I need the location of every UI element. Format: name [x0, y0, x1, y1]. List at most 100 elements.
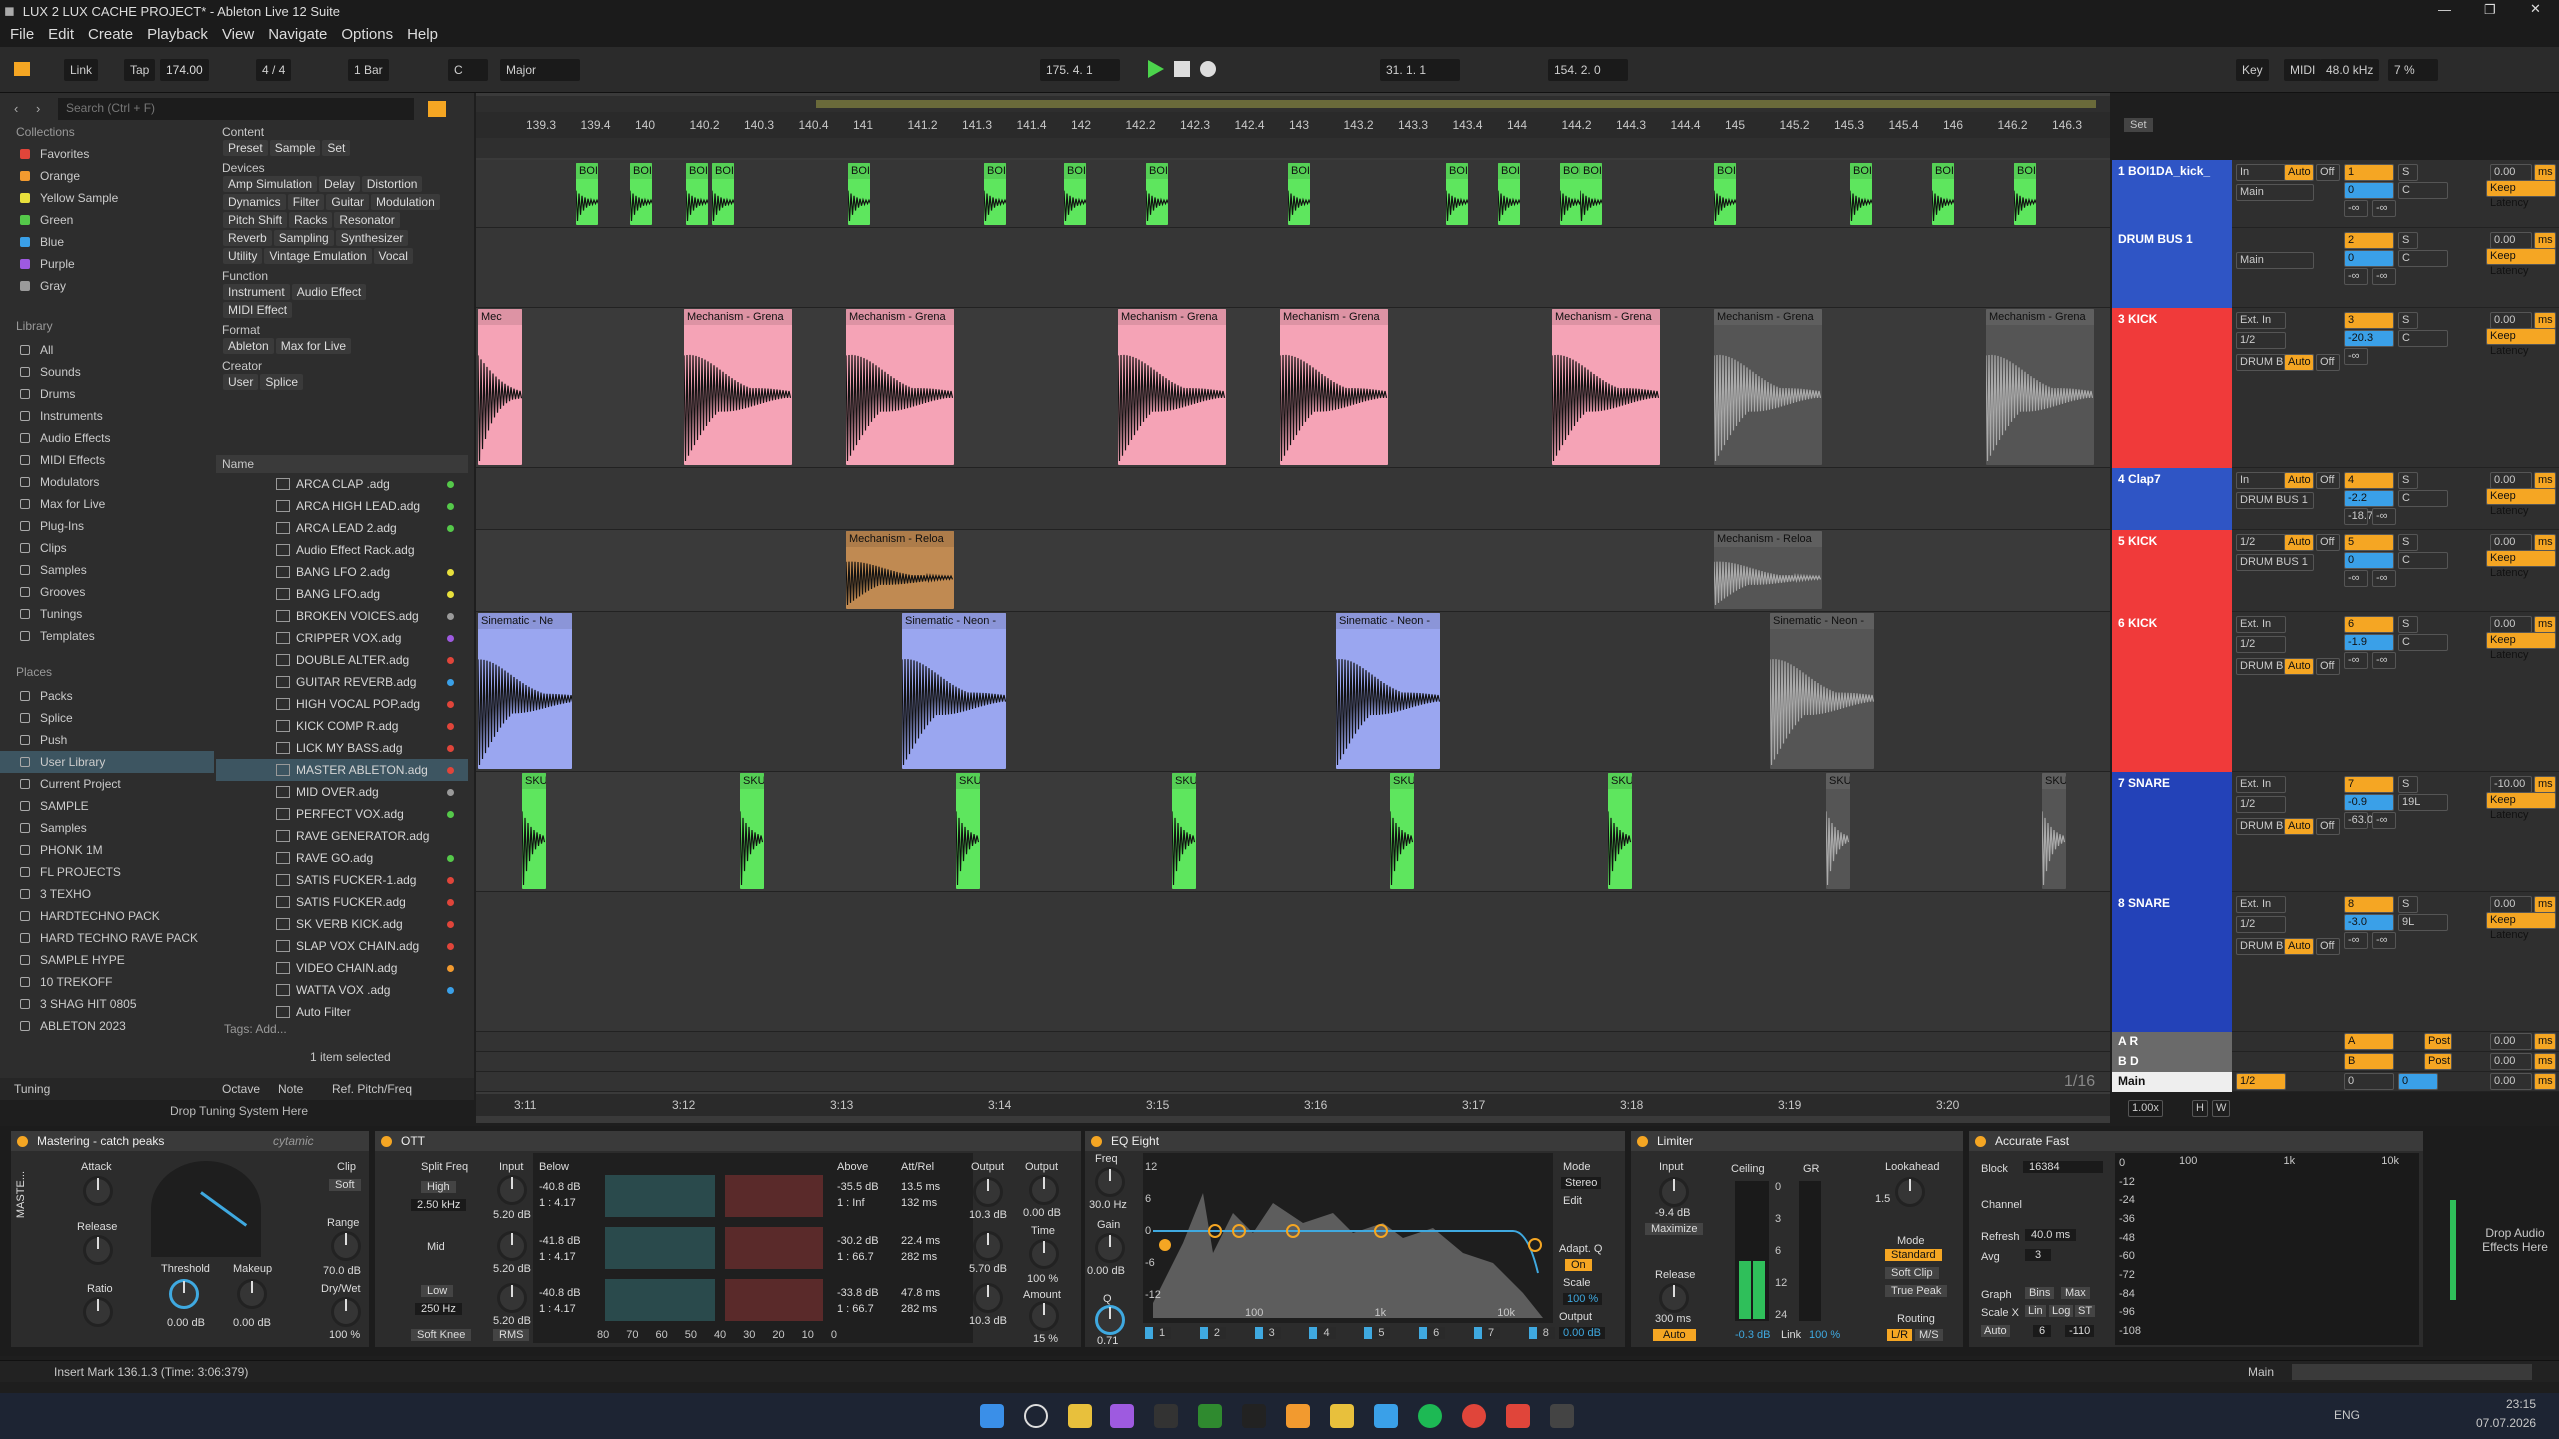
- maximize-button[interactable]: Maximize: [1645, 1223, 1704, 1235]
- attack-mid-value[interactable]: 22.4 ms: [901, 1235, 940, 1247]
- send-b-field[interactable]: -∞: [2372, 812, 2396, 829]
- keep-latency-toggle[interactable]: Keep Latency: [2486, 792, 2556, 821]
- beat-ruler[interactable]: 139.3 139.4 140 140.2 140.3 140.4 141 141.2 141.…: [476, 112, 2110, 138]
- q-value[interactable]: 0.71: [1097, 1335, 1118, 1347]
- app-icon-green[interactable]: [1198, 1404, 1222, 1428]
- ratio-knob[interactable]: [83, 1297, 113, 1327]
- makeup-value[interactable]: 0.00 dB: [233, 1317, 271, 1329]
- output-low-value[interactable]: 10.3 dB: [969, 1315, 1007, 1327]
- device-on-icon[interactable]: [17, 1136, 28, 1147]
- app-icon-red[interactable]: [1506, 1404, 1530, 1428]
- input-value[interactable]: -9.4 dB: [1655, 1207, 1690, 1219]
- return-track-name[interactable]: A R: [2118, 1034, 2138, 1048]
- track-lane[interactable]: [476, 892, 2110, 1032]
- file-item[interactable]: SATIS FUCKER.adg: [216, 891, 468, 913]
- send-a-field[interactable]: -∞: [2344, 268, 2368, 285]
- device-on-icon[interactable]: [1091, 1136, 1102, 1147]
- quantize-select[interactable]: 1 Bar: [348, 59, 389, 81]
- auto-toggle[interactable]: Auto: [2284, 534, 2314, 551]
- below-low-ratio[interactable]: 1 : 4.17: [539, 1303, 576, 1315]
- filter-chip[interactable]: Ableton: [223, 338, 274, 354]
- main-delay-field[interactable]: 0.00: [2490, 1073, 2532, 1090]
- tuning-drop-zone[interactable]: Drop Tuning System Here: [170, 1104, 308, 1118]
- q-knob[interactable]: [1095, 1305, 1125, 1335]
- audio-clip[interactable]: Mechanism - Grena: [1118, 309, 1226, 465]
- output-select[interactable]: DRUM BUS 1: [2236, 492, 2314, 509]
- return-delay-field[interactable]: 0.00: [2490, 1033, 2532, 1050]
- filter-chip[interactable]: Pitch Shift: [223, 212, 288, 228]
- forward-icon[interactable]: ›: [36, 101, 40, 116]
- library-item[interactable]: Clips: [0, 537, 214, 559]
- output-mid-knob[interactable]: [973, 1231, 1003, 1261]
- volume-field[interactable]: -2.2: [2344, 490, 2394, 507]
- audio-clip[interactable]: BOI: [1498, 163, 1520, 225]
- input-select[interactable]: 1/2: [2236, 534, 2286, 551]
- track-lane[interactable]: [476, 772, 2110, 892]
- pan-field[interactable]: C: [2398, 250, 2448, 267]
- input-high-knob[interactable]: [497, 1175, 527, 1205]
- main-input-select[interactable]: 1/2: [2236, 1073, 2286, 1090]
- track-name[interactable]: 6 KICK: [2118, 616, 2157, 630]
- language-indicator[interactable]: ENG: [2334, 1408, 2360, 1422]
- place-item[interactable]: HARD TECHNO RAVE PACK: [0, 927, 214, 949]
- file-item[interactable]: LICK MY BASS.adg: [216, 737, 468, 759]
- eq-band-toggle[interactable]: 6: [1419, 1327, 1446, 1339]
- solo-button[interactable]: S: [2398, 616, 2418, 633]
- output-mid-value[interactable]: 5.70 dB: [969, 1263, 1007, 1275]
- solo-button[interactable]: S: [2398, 776, 2418, 793]
- menu-view[interactable]: View: [222, 26, 254, 43]
- true-peak-button[interactable]: True Peak: [1885, 1285, 1948, 1297]
- pan-field[interactable]: C: [2398, 330, 2448, 347]
- position-field[interactable]: 175. 4. 1: [1040, 59, 1120, 81]
- lin-button[interactable]: Lin: [2025, 1305, 2046, 1317]
- audio-clip[interactable]: Sinematic - Neon -: [1770, 613, 1874, 769]
- solo-button[interactable]: S: [2398, 232, 2418, 249]
- input-select[interactable]: In: [2236, 472, 2286, 489]
- clock-time[interactable]: 23:15: [2476, 1397, 2536, 1411]
- fl-studio-icon[interactable]: [1286, 1404, 1310, 1428]
- output-select[interactable]: Main: [2236, 252, 2314, 269]
- audio-clip[interactable]: BOI: [686, 163, 708, 225]
- audio-clip[interactable]: Sinematic - Neon -: [1336, 613, 1440, 769]
- app-icon-yellow[interactable]: [1330, 1404, 1354, 1428]
- audio-clip[interactable]: SKU: [1608, 773, 1632, 889]
- time-value[interactable]: 100 %: [1027, 1273, 1058, 1285]
- link-button[interactable]: Link: [64, 59, 99, 81]
- input-mid-value[interactable]: 5.20 dB: [493, 1263, 531, 1275]
- place-item[interactable]: 10 TREKOFF: [0, 971, 214, 993]
- auto-toggle[interactable]: Auto: [2284, 472, 2314, 489]
- high-freq-field[interactable]: 2.50 kHz: [411, 1199, 467, 1211]
- track-delay-field[interactable]: 0.00: [2490, 232, 2532, 249]
- zoom-field[interactable]: 1.00x: [2128, 1100, 2163, 1117]
- track-header[interactable]: 5 KICK: [2112, 530, 2232, 612]
- attack-knob[interactable]: [83, 1176, 113, 1206]
- place-item[interactable]: SAMPLE HYPE: [0, 949, 214, 971]
- browser-search-input[interactable]: Search (Ctrl + F): [58, 98, 414, 120]
- file-item[interactable]: ARCA LEAD 2.adg: [216, 517, 468, 539]
- solo-button[interactable]: S: [2398, 534, 2418, 551]
- place-item[interactable]: Splice: [0, 707, 214, 729]
- delay-unit-toggle[interactable]: ms: [2534, 1053, 2556, 1070]
- input-channel-select[interactable]: 1/2: [2236, 636, 2286, 653]
- main-activator[interactable]: 0: [2344, 1073, 2394, 1090]
- file-item[interactable]: Auto Filter: [216, 1001, 468, 1023]
- overview-bar[interactable]: [476, 96, 2110, 112]
- scale-select[interactable]: Major: [500, 59, 580, 81]
- lookahead-value[interactable]: 1.5: [1875, 1193, 1890, 1205]
- solo-button[interactable]: S: [2398, 472, 2418, 489]
- library-item[interactable]: All: [0, 339, 214, 361]
- place-item[interactable]: Current Project: [0, 773, 214, 795]
- audio-clip[interactable]: Sinematic - Neon -: [902, 613, 1006, 769]
- audio-clip[interactable]: SKU: [1172, 773, 1196, 889]
- record-icon[interactable]: [1200, 61, 1216, 77]
- back-icon[interactable]: ‹: [14, 101, 18, 116]
- bins-button[interactable]: Bins: [2025, 1287, 2055, 1299]
- drywet-value[interactable]: 100 %: [329, 1329, 360, 1341]
- filter-chip[interactable]: Synthesizer: [335, 230, 409, 246]
- play-icon[interactable]: [1148, 60, 1164, 78]
- place-item[interactable]: PHONK 1M: [0, 839, 214, 861]
- output-high-value[interactable]: 10.3 dB: [969, 1209, 1007, 1221]
- audio-clip[interactable]: BOI: [1064, 163, 1086, 225]
- auto-toggle[interactable]: Auto: [2284, 658, 2314, 675]
- live-active-icon[interactable]: [1550, 1404, 1574, 1428]
